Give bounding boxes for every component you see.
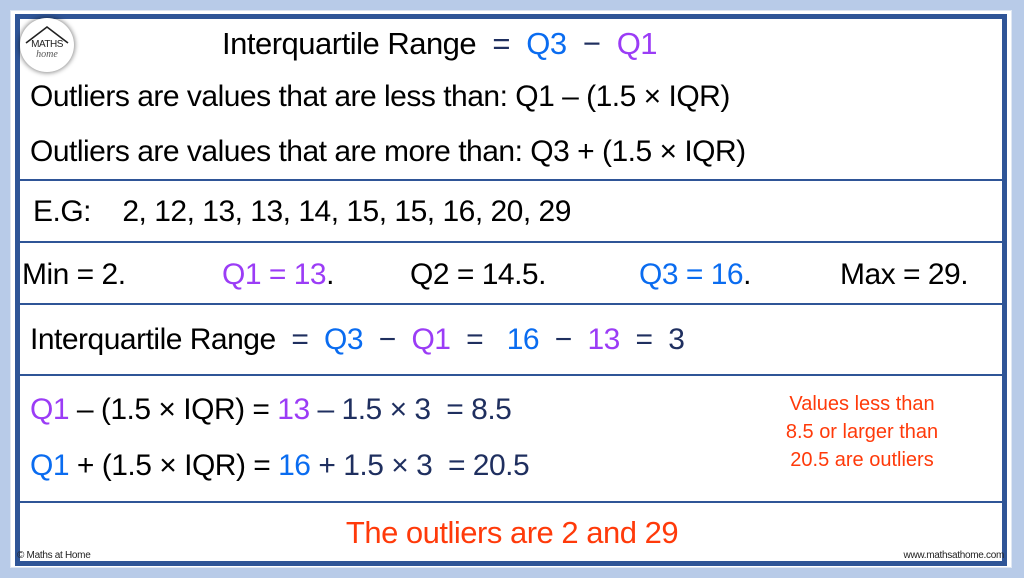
- note-line: Values less than: [789, 393, 935, 415]
- example-data: E.G: 2, 12, 13, 13, 14, 15, 15, 16, 20, …: [33, 195, 571, 229]
- divider: [20, 374, 1002, 376]
- copyright-text: © Maths at Home: [17, 550, 91, 561]
- q1-symbol: Q1: [30, 393, 70, 426]
- divider: [20, 303, 1002, 305]
- conclusion: The outliers are 2 and 29: [345, 515, 679, 550]
- note-line: 20.5 are outliers: [790, 449, 934, 471]
- example-values: 2, 12, 13, 13, 14, 15, 15, 16, 20, 29: [122, 195, 571, 228]
- equals-sign: =: [291, 323, 309, 356]
- minus-sign: −: [582, 26, 601, 61]
- lower-outlier-rule: Outliers are values that are less than: …: [30, 80, 730, 113]
- minus-sign: −: [554, 323, 573, 356]
- upper-fence-calculation: Q1 + (1.5 × IQR) = 16 + 1.5 × 3 = 20.5: [30, 449, 530, 483]
- equals-sign: =: [492, 26, 511, 61]
- divider: [20, 501, 1002, 503]
- iqr-calculation: Interquartile Range = Q3 − Q1 = 16 − 13 …: [30, 323, 685, 357]
- minus-sign: −: [378, 323, 397, 356]
- lower-fence-result: – 1.5 × 3 = 8.5: [309, 393, 512, 426]
- iqr-definition: Interquartile Range = Q3 − Q1: [222, 26, 658, 62]
- q3-number: 16: [278, 449, 311, 482]
- min-value: Min = 2.: [22, 258, 126, 291]
- fence-expression: – (1.5 × IQR) =: [69, 393, 278, 426]
- example-label: E.G:: [33, 195, 92, 228]
- maths-at-home-logo: MATHS home: [20, 18, 74, 72]
- note-line: 8.5 or larger than: [785, 421, 939, 443]
- logo-text-home: home: [36, 49, 58, 60]
- upper-outlier-rule: Outliers are values that are more than: …: [30, 135, 746, 168]
- q-symbol: Q1: [30, 449, 70, 482]
- lower-fence-calculation: Q1 – (1.5 × IQR) = 13 – 1.5 × 3 = 8.5: [30, 393, 512, 427]
- q3-value: Q3 = 16.: [639, 258, 751, 291]
- q2-value: Q2 = 14.5.: [410, 258, 546, 291]
- equals-sign: =: [466, 323, 484, 356]
- q1-number: 13: [277, 393, 310, 426]
- fence-expression: + (1.5 × IQR) =: [69, 449, 279, 482]
- equals-sign: =: [635, 323, 654, 356]
- q1-value: Q1 = 13.: [222, 258, 334, 291]
- iqr-label: Interquartile Range: [222, 26, 477, 61]
- q1-number: 13: [587, 323, 620, 356]
- q1-symbol: Q1: [411, 323, 451, 356]
- q1-symbol: Q1: [616, 26, 658, 61]
- divider: [20, 179, 1002, 181]
- upper-fence-result: + 1.5 × 3 = 20.5: [310, 449, 530, 482]
- max-value: Max = 29.: [840, 258, 969, 291]
- divider: [20, 241, 1002, 243]
- q3-symbol: Q3: [324, 323, 364, 356]
- q3-number: 16: [506, 323, 540, 356]
- website-link[interactable]: www.mathsathome.com: [904, 550, 1005, 561]
- iqr-label: Interquartile Range: [30, 323, 276, 356]
- iqr-result: 3: [668, 323, 685, 356]
- q3-symbol: Q3: [526, 26, 567, 61]
- outlier-explanation-note: Values less than 8.5 or larger than 20.5…: [762, 390, 962, 474]
